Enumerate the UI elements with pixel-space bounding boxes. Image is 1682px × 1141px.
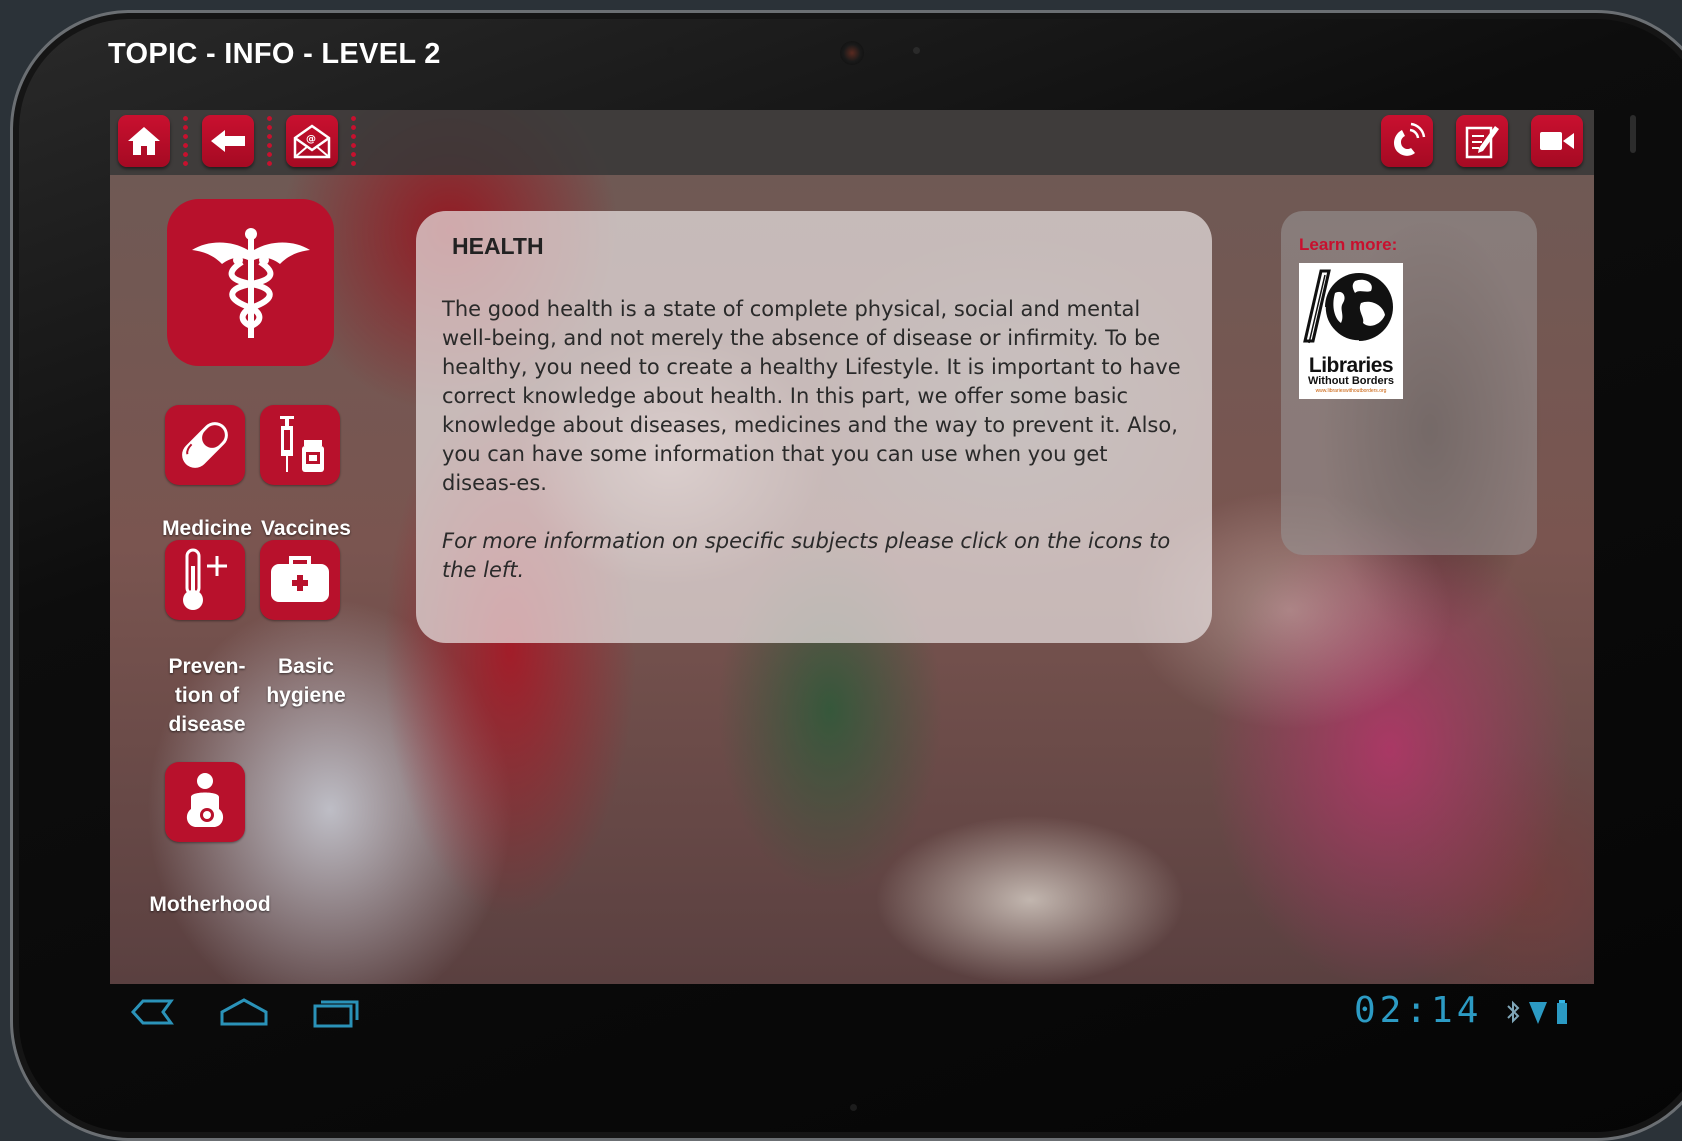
system-home-button[interactable]: [216, 994, 272, 1030]
notes-button[interactable]: [1456, 115, 1508, 167]
front-camera: [840, 41, 864, 65]
home-nav-icon: [220, 998, 268, 1026]
email-button[interactable]: @: [286, 115, 338, 167]
bluetooth-icon: [1506, 998, 1520, 1030]
system-recents-button[interactable]: [308, 994, 364, 1030]
back-arrow-icon: [211, 130, 245, 152]
motherhood-label: Motherhood: [149, 893, 271, 916]
back-nav-icon: [130, 999, 174, 1025]
video-camera-icon: [1540, 132, 1574, 150]
learn-more-panel: Learn more: Libraries Without Borders ww…: [1281, 211, 1537, 555]
learn-more-label: Learn more:: [1299, 235, 1398, 254]
medicine-button[interactable]: [165, 405, 245, 485]
hardware-button: [1630, 115, 1636, 153]
toolbar-separator: [183, 114, 188, 170]
status-clock: 02:14: [1354, 990, 1483, 1031]
phone-button[interactable]: [1381, 115, 1433, 167]
edit-note-icon: [1465, 126, 1499, 159]
email-icon: @: [293, 124, 331, 159]
pill-icon: [182, 422, 228, 468]
syringe-vial-icon: [280, 416, 324, 472]
recent-apps-icon: [313, 1000, 359, 1028]
basic-hygiene-button[interactable]: [260, 540, 340, 620]
info-body: The good health is a state of complete p…: [442, 295, 1182, 585]
vaccines-label: Vaccines: [261, 517, 351, 540]
top-toolbar: @: [110, 110, 1594, 175]
sensor-dot: [850, 1104, 857, 1111]
toolbar-separator: [267, 114, 272, 170]
system-navigation-bar: 02:14: [110, 984, 1594, 1044]
back-button[interactable]: [202, 115, 254, 167]
system-back-button[interactable]: [124, 994, 180, 1030]
vaccines-button[interactable]: [260, 405, 340, 485]
globe-book-icon: [1303, 269, 1393, 344]
basic-hygiene-label: Basic hygiene: [266, 655, 346, 707]
info-title: HEALTH: [452, 233, 544, 259]
first-aid-kit-icon: [271, 556, 329, 602]
home-button[interactable]: [118, 115, 170, 167]
prevention-of-disease-button[interactable]: [165, 540, 245, 620]
video-button[interactable]: [1531, 115, 1583, 167]
battery-icon: [1556, 998, 1568, 1030]
info-description: The good health is a state of complete p…: [442, 297, 1181, 495]
thermometer-plus-icon: [183, 548, 227, 610]
caduceus-icon: [191, 227, 310, 338]
svg-text:@: @: [306, 134, 316, 145]
wifi-signal-icon: [1528, 998, 1548, 1030]
home-icon: [128, 127, 160, 155]
motherhood-button[interactable]: [165, 762, 245, 842]
phone-icon: [1394, 122, 1426, 156]
health-topic-icon-tile[interactable]: [167, 199, 334, 366]
info-panel: HEALTH The good health is a state of com…: [416, 211, 1212, 643]
libraries-without-borders-logo[interactable]: Libraries Without Borders www.librariesw…: [1299, 263, 1403, 399]
sensor-dot: [913, 47, 920, 54]
app-screen: @ Medicine Vaccines Preven- tion of dise…: [110, 110, 1594, 984]
toolbar-separator: [351, 114, 356, 170]
logo-subtitle: Without Borders: [1307, 375, 1395, 387]
mother-child-icon: [186, 773, 224, 827]
info-note: For more information on specific subject…: [442, 529, 1171, 582]
logo-url: www.librarieswithoutborders.org: [1315, 388, 1387, 394]
page-title: TOPIC - INFO - LEVEL 2: [108, 38, 441, 70]
sensor-dot: [667, 47, 674, 54]
